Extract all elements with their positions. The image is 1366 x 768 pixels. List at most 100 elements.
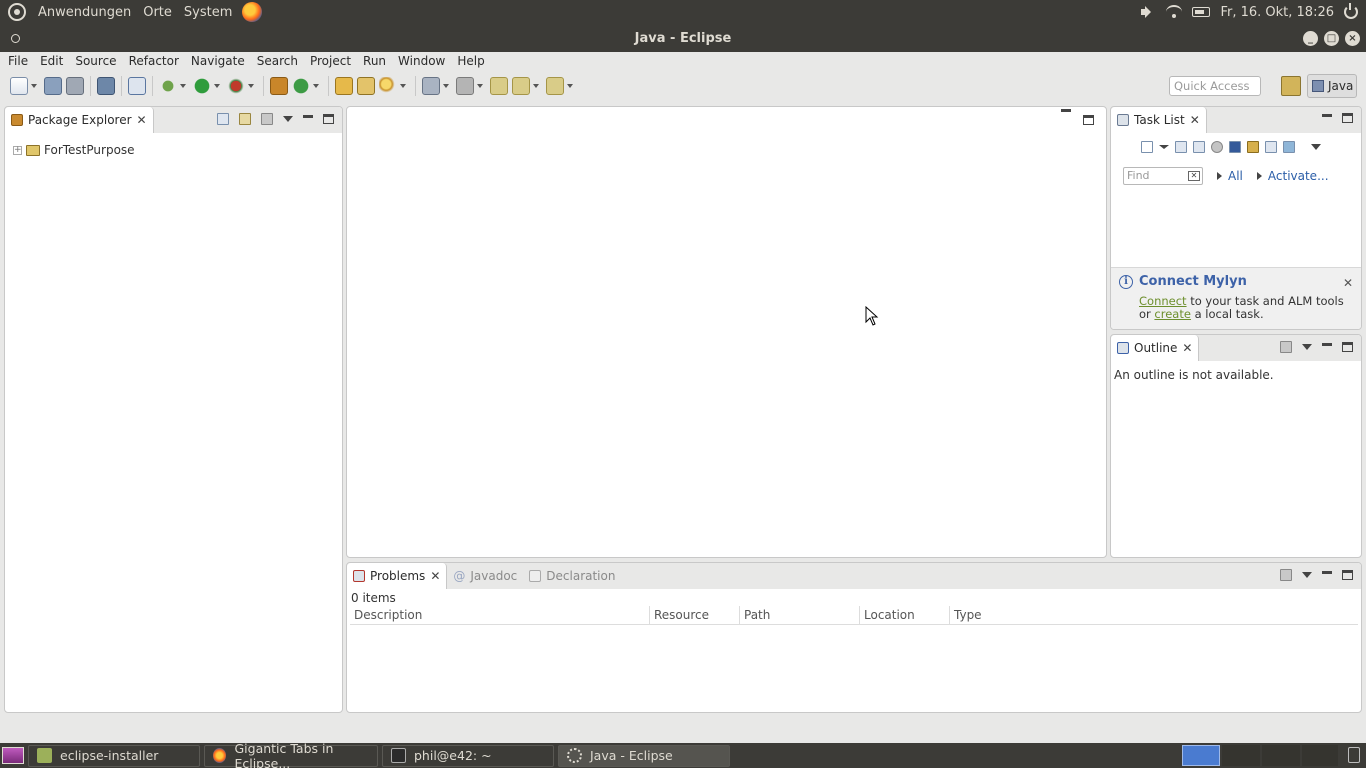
maximize-icon[interactable] (323, 114, 334, 124)
connect-mylyn-title[interactable]: Connect Mylyn (1139, 274, 1247, 289)
new-wizard-icon[interactable] (10, 77, 28, 95)
next-annotation-dropdown-icon[interactable] (442, 77, 450, 95)
tab-outline[interactable]: Outline ✕ (1111, 335, 1200, 361)
focus-on-active-task-icon[interactable] (1280, 569, 1292, 581)
focus-on-active-task-icon[interactable] (261, 113, 273, 125)
workspace-4[interactable] (1302, 745, 1338, 766)
trash-icon[interactable] (1348, 747, 1360, 763)
editor-area[interactable] (346, 106, 1107, 558)
taskbar-item-firefox[interactable]: Gigantic Tabs in Eclipse... (204, 741, 378, 768)
volume-icon[interactable] (1140, 5, 1156, 19)
connect-link[interactable]: Connect (1139, 294, 1187, 308)
ubuntu-icon[interactable] (8, 3, 26, 21)
tree-item-project[interactable]: + ForTestPurpose (13, 143, 135, 157)
workspace-2[interactable] (1222, 745, 1260, 766)
menu-file[interactable]: File (3, 54, 32, 68)
menu-navigate[interactable]: Navigate (186, 54, 249, 68)
categorized-icon[interactable] (1175, 141, 1187, 153)
maximize-icon[interactable] (1342, 113, 1353, 123)
menu-edit[interactable]: Edit (35, 54, 67, 68)
workspace-1[interactable] (1182, 745, 1220, 766)
hide-completed-icon[interactable] (1211, 141, 1223, 153)
taskbar-item-eclipse[interactable]: Java - Eclipse (558, 744, 730, 767)
new-dropdown-icon[interactable] (30, 77, 38, 95)
save-icon[interactable] (44, 77, 62, 95)
column-path[interactable]: Path (740, 606, 860, 624)
all-expand-icon[interactable] (1217, 172, 1222, 180)
taskbar-item-eclipse-installer[interactable]: eclipse-installer (28, 744, 200, 767)
column-location[interactable]: Location (860, 606, 950, 624)
scheduled-icon[interactable] (1193, 141, 1205, 153)
back-dropdown-icon[interactable] (532, 77, 540, 95)
external-tools-icon[interactable] (227, 77, 245, 95)
last-edit-location-icon[interactable] (490, 77, 508, 95)
menu-orte[interactable]: Orte (137, 5, 178, 20)
previous-annotation-icon[interactable] (456, 77, 474, 95)
battery-icon[interactable] (1192, 7, 1211, 17)
tab-javadoc[interactable]: @ Javadoc (447, 563, 523, 589)
maximize-icon[interactable] (1342, 342, 1353, 352)
minimize-icon[interactable] (303, 114, 313, 118)
collapse-all-icon[interactable] (217, 113, 229, 125)
synchronize-icon[interactable] (1247, 141, 1259, 153)
back-icon[interactable] (512, 77, 530, 95)
view-menu-icon[interactable] (283, 116, 293, 122)
all-link[interactable]: All (1228, 169, 1243, 183)
menu-search[interactable]: Search (252, 54, 302, 68)
view-menu-icon[interactable] (1302, 572, 1312, 578)
forward-icon[interactable] (546, 77, 564, 95)
debug-dropdown-icon[interactable] (179, 77, 187, 95)
close-icon[interactable]: ✕ (430, 570, 440, 582)
skip-breakpoints-icon[interactable] (128, 77, 146, 95)
firefox-icon[interactable] (242, 2, 263, 22)
taskbar-item-terminal[interactable]: phil@e42: ~ (382, 744, 554, 767)
menu-run[interactable]: Run (358, 54, 390, 68)
run-icon[interactable] (193, 77, 211, 95)
minimize-window-button[interactable]: _ (1303, 31, 1318, 46)
menu-refactor[interactable]: Refactor (124, 54, 183, 68)
maximize-window-button[interactable]: □ (1324, 31, 1339, 46)
view-menu-icon[interactable] (1311, 144, 1321, 150)
previous-annotation-dropdown-icon[interactable] (476, 77, 484, 95)
menu-help[interactable]: Help (452, 54, 488, 68)
menu-window[interactable]: Window (393, 54, 449, 68)
column-resource[interactable]: Resource (650, 606, 740, 624)
focus-on-active-task-icon[interactable] (1280, 341, 1292, 353)
new-task-dropdown-icon[interactable] (1159, 145, 1169, 149)
search-dropdown-icon[interactable] (399, 77, 407, 95)
menu-system[interactable]: System (178, 5, 238, 20)
collapse-all-icon[interactable] (1265, 141, 1277, 153)
close-icon[interactable]: ✕ (1182, 342, 1192, 354)
tab-task-list[interactable]: Task List ✕ (1111, 107, 1207, 133)
minimize-icon[interactable] (1061, 109, 1071, 112)
link-with-editor-icon[interactable] (239, 113, 251, 125)
close-window-button[interactable]: × (1345, 31, 1360, 46)
close-icon[interactable]: ✕ (1190, 114, 1200, 126)
workspace-3[interactable] (1262, 745, 1300, 766)
show-desktop-icon[interactable] (2, 747, 24, 764)
debug-icon[interactable] (159, 77, 177, 95)
new-class-dropdown-icon[interactable] (312, 77, 320, 95)
minimize-icon[interactable] (1322, 570, 1332, 574)
focus-on-workweek-icon[interactable] (1229, 141, 1241, 153)
window-menu-icon[interactable] (11, 34, 20, 43)
open-perspective-icon[interactable] (1281, 76, 1301, 96)
external-tools-dropdown-icon[interactable] (247, 77, 255, 95)
power-icon[interactable] (1344, 3, 1358, 19)
window-titlebar[interactable]: Java - Eclipse _ □ × (0, 24, 1366, 52)
menu-source[interactable]: Source (70, 54, 120, 68)
clock[interactable]: Fr, 16. Okt, 18:26 (1220, 5, 1334, 20)
expand-icon[interactable]: + (13, 145, 22, 155)
search-icon[interactable] (379, 77, 397, 95)
view-menu-icon[interactable] (1302, 344, 1312, 350)
close-icon[interactable]: ✕ (1343, 276, 1353, 290)
next-annotation-icon[interactable] (422, 77, 440, 95)
wifi-icon[interactable] (1166, 5, 1183, 19)
run-dropdown-icon[interactable] (213, 77, 221, 95)
open-task-icon[interactable] (357, 77, 375, 95)
new-class-icon[interactable] (292, 77, 310, 95)
task-find-input[interactable]: Find ✕ (1123, 167, 1203, 185)
clear-find-icon[interactable]: ✕ (1188, 171, 1200, 181)
minimize-icon[interactable] (1322, 342, 1332, 346)
maximize-icon[interactable] (1083, 115, 1094, 125)
